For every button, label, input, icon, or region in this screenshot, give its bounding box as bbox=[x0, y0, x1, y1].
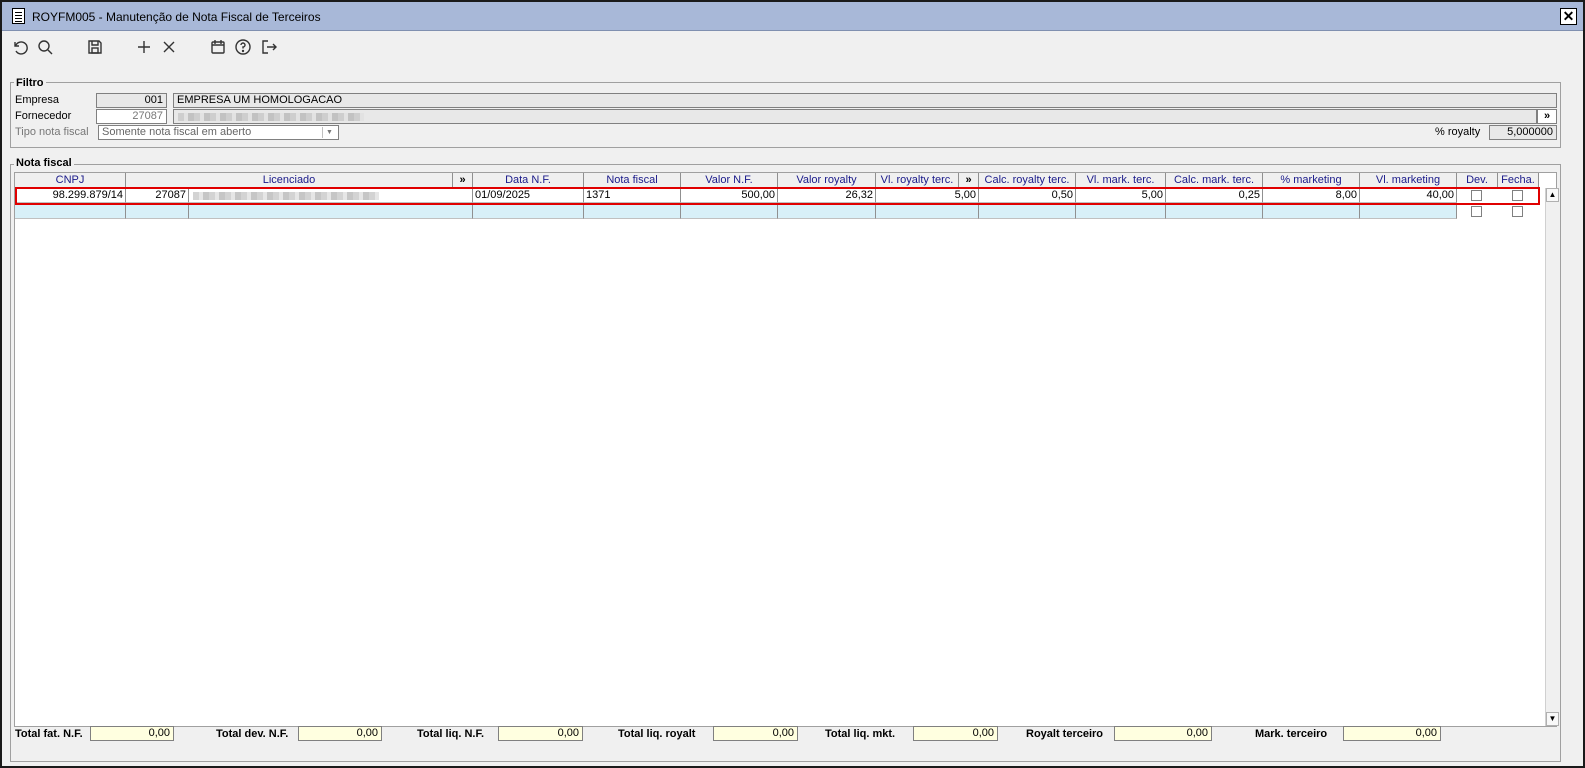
cell-vl-mark-terc[interactable]: 5,00 bbox=[1076, 188, 1166, 203]
dev-checkbox[interactable] bbox=[1471, 190, 1482, 201]
total-liq-royalt-label: Total liq. royalt bbox=[618, 728, 696, 740]
cell-data-nf-empty[interactable] bbox=[473, 204, 584, 219]
mark-terceiro-field: 0,00 bbox=[1343, 726, 1441, 741]
empresa-code-field[interactable]: 001 bbox=[96, 93, 167, 108]
dev-checkbox-empty[interactable] bbox=[1471, 206, 1482, 217]
col-header-nota-fiscal[interactable]: Nota fiscal bbox=[584, 173, 681, 188]
col-header-vl-mark-terc[interactable]: Vl. mark. terc. bbox=[1076, 173, 1166, 188]
total-liq-label: Total liq. N.F. bbox=[417, 728, 485, 740]
empresa-label: Empresa bbox=[15, 94, 60, 106]
col-header-vl-marketing[interactable]: Vl. marketing bbox=[1360, 173, 1457, 188]
col-header-cnpj[interactable]: CNPJ bbox=[15, 173, 126, 188]
royalt-terceiro-label: Royalt terceiro bbox=[1026, 728, 1104, 740]
cell-valor-royalty-empty[interactable] bbox=[778, 204, 876, 219]
nota-fiscal-group-label: Nota fiscal bbox=[14, 157, 74, 169]
filter-group-label: Filtro bbox=[14, 77, 46, 89]
exit-icon[interactable] bbox=[259, 37, 279, 57]
cell-vl-royalty-terc[interactable]: 5,00 bbox=[876, 188, 979, 203]
cell-cnpj[interactable]: 98.299.879/14 bbox=[15, 188, 126, 203]
tipo-nota-select[interactable]: Somente nota fiscal em aberto bbox=[98, 125, 339, 140]
app-window: ROYFM005 - Manutenção de Nota Fiscal de … bbox=[0, 0, 1585, 768]
col-header-calc-mark-terc[interactable]: Calc. mark. terc. bbox=[1166, 173, 1263, 188]
cell-nota-fiscal-empty[interactable] bbox=[584, 204, 681, 219]
title-bar: ROYFM005 - Manutenção de Nota Fiscal de … bbox=[2, 2, 1583, 31]
cell-vl-mark-terc-empty[interactable] bbox=[1076, 204, 1166, 219]
cell-valor-nf[interactable]: 500,00 bbox=[681, 188, 778, 203]
total-liq-royalt-field: 0,00 bbox=[713, 726, 798, 741]
total-liq-mkt-field: 0,00 bbox=[913, 726, 998, 741]
cell-calc-mark-terc-empty[interactable] bbox=[1166, 204, 1263, 219]
royalty-label: % royalty bbox=[1435, 126, 1481, 138]
cell-vl-marketing[interactable]: 40,00 bbox=[1360, 188, 1457, 203]
fornecedor-expand-button[interactable]: » bbox=[1537, 109, 1557, 124]
cell-valor-royalty[interactable]: 26,32 bbox=[778, 188, 876, 203]
save-icon[interactable] bbox=[85, 37, 105, 57]
col-header-vl-royalty-terc[interactable]: Vl. royalty terc. bbox=[876, 173, 959, 188]
cell-data-nf[interactable]: 01/09/2025 bbox=[473, 188, 584, 203]
fecha-checkbox-empty[interactable] bbox=[1512, 206, 1523, 217]
col-expand-button-2[interactable]: » bbox=[959, 173, 979, 188]
cell-pct-marketing[interactable]: 8,00 bbox=[1263, 188, 1360, 203]
empresa-name-field: EMPRESA UM HOMOLOGACAO bbox=[173, 93, 1557, 108]
col-expand-button-1[interactable]: » bbox=[453, 173, 473, 188]
cell-calc-mark-terc[interactable]: 0,25 bbox=[1166, 188, 1263, 203]
window-title: ROYFM005 - Manutenção de Nota Fiscal de … bbox=[32, 10, 321, 24]
total-dev-field: 0,00 bbox=[298, 726, 382, 741]
chevron-down-icon[interactable]: ▼ bbox=[322, 127, 336, 138]
calendar-icon[interactable] bbox=[208, 37, 228, 57]
scroll-down-icon[interactable]: ▼ bbox=[1546, 712, 1559, 726]
fornecedor-label: Fornecedor bbox=[15, 110, 72, 122]
cell-licenciado-empty[interactable] bbox=[189, 204, 473, 219]
fornecedor-name-field bbox=[173, 109, 1537, 124]
close-button[interactable]: ✕ bbox=[1560, 8, 1577, 25]
fecha-checkbox[interactable] bbox=[1512, 190, 1523, 201]
col-header-valor-royalty[interactable]: Valor royalty bbox=[778, 173, 876, 188]
total-dev-label: Total dev. N.F. bbox=[216, 728, 289, 740]
cell-pct-marketing-empty[interactable] bbox=[1263, 204, 1360, 219]
cell-valor-nf-empty[interactable] bbox=[681, 204, 778, 219]
fornecedor-code-field[interactable]: 27087 bbox=[96, 109, 167, 124]
cell-vl-marketing-empty[interactable] bbox=[1360, 204, 1457, 219]
cell-nota-fiscal[interactable]: 1371 bbox=[584, 188, 681, 203]
col-header-licenciado[interactable]: Licenciado bbox=[126, 173, 453, 188]
vertical-scrollbar[interactable]: ▲ ▼ bbox=[1545, 188, 1559, 726]
total-fat-label: Total fat. N.F. bbox=[15, 728, 83, 740]
scroll-up-icon[interactable]: ▲ bbox=[1546, 188, 1559, 202]
royalty-field: 5,000000 bbox=[1489, 125, 1557, 140]
redacted-fornecedor-name bbox=[178, 113, 364, 121]
tipo-nota-value: Somente nota fiscal em aberto bbox=[102, 126, 252, 138]
total-liq-mkt-label: Total liq. mkt. bbox=[825, 728, 896, 740]
total-liq-field: 0,00 bbox=[498, 726, 583, 741]
search-icon[interactable] bbox=[35, 37, 55, 57]
col-header-calc-royalty-terc[interactable]: Calc. royalty terc. bbox=[979, 173, 1076, 188]
undo-icon[interactable] bbox=[10, 37, 30, 57]
cell-calc-royalty-terc-empty[interactable] bbox=[979, 204, 1076, 219]
add-icon[interactable] bbox=[134, 37, 154, 57]
royalt-terceiro-field: 0,00 bbox=[1114, 726, 1212, 741]
toolbar bbox=[2, 32, 1583, 62]
col-header-pct-marketing[interactable]: % marketing bbox=[1263, 173, 1360, 188]
col-header-valor-nf[interactable]: Valor N.F. bbox=[681, 173, 778, 188]
document-icon bbox=[12, 8, 25, 24]
cell-cnpj-empty[interactable] bbox=[15, 204, 126, 219]
redacted-licenciado-name bbox=[193, 192, 379, 200]
delete-icon[interactable] bbox=[159, 37, 179, 57]
mark-terceiro-label: Mark. terceiro bbox=[1255, 728, 1328, 740]
cell-calc-royalty-terc[interactable]: 0,50 bbox=[979, 188, 1076, 203]
cell-vl-royalty-terc-empty[interactable] bbox=[876, 204, 979, 219]
nota-fiscal-grid: CNPJ Licenciado » Data N.F. Nota fiscal … bbox=[14, 172, 1557, 727]
col-header-fecha[interactable]: Fecha. bbox=[1498, 173, 1539, 188]
cell-codigo-empty[interactable] bbox=[126, 204, 189, 219]
col-header-data-nf[interactable]: Data N.F. bbox=[473, 173, 584, 188]
cell-codigo[interactable]: 27087 bbox=[126, 188, 189, 203]
help-icon[interactable] bbox=[233, 37, 253, 57]
total-fat-field: 0,00 bbox=[90, 726, 174, 741]
col-header-dev[interactable]: Dev. bbox=[1457, 173, 1498, 188]
tipo-nota-label: Tipo nota fiscal bbox=[15, 126, 89, 138]
